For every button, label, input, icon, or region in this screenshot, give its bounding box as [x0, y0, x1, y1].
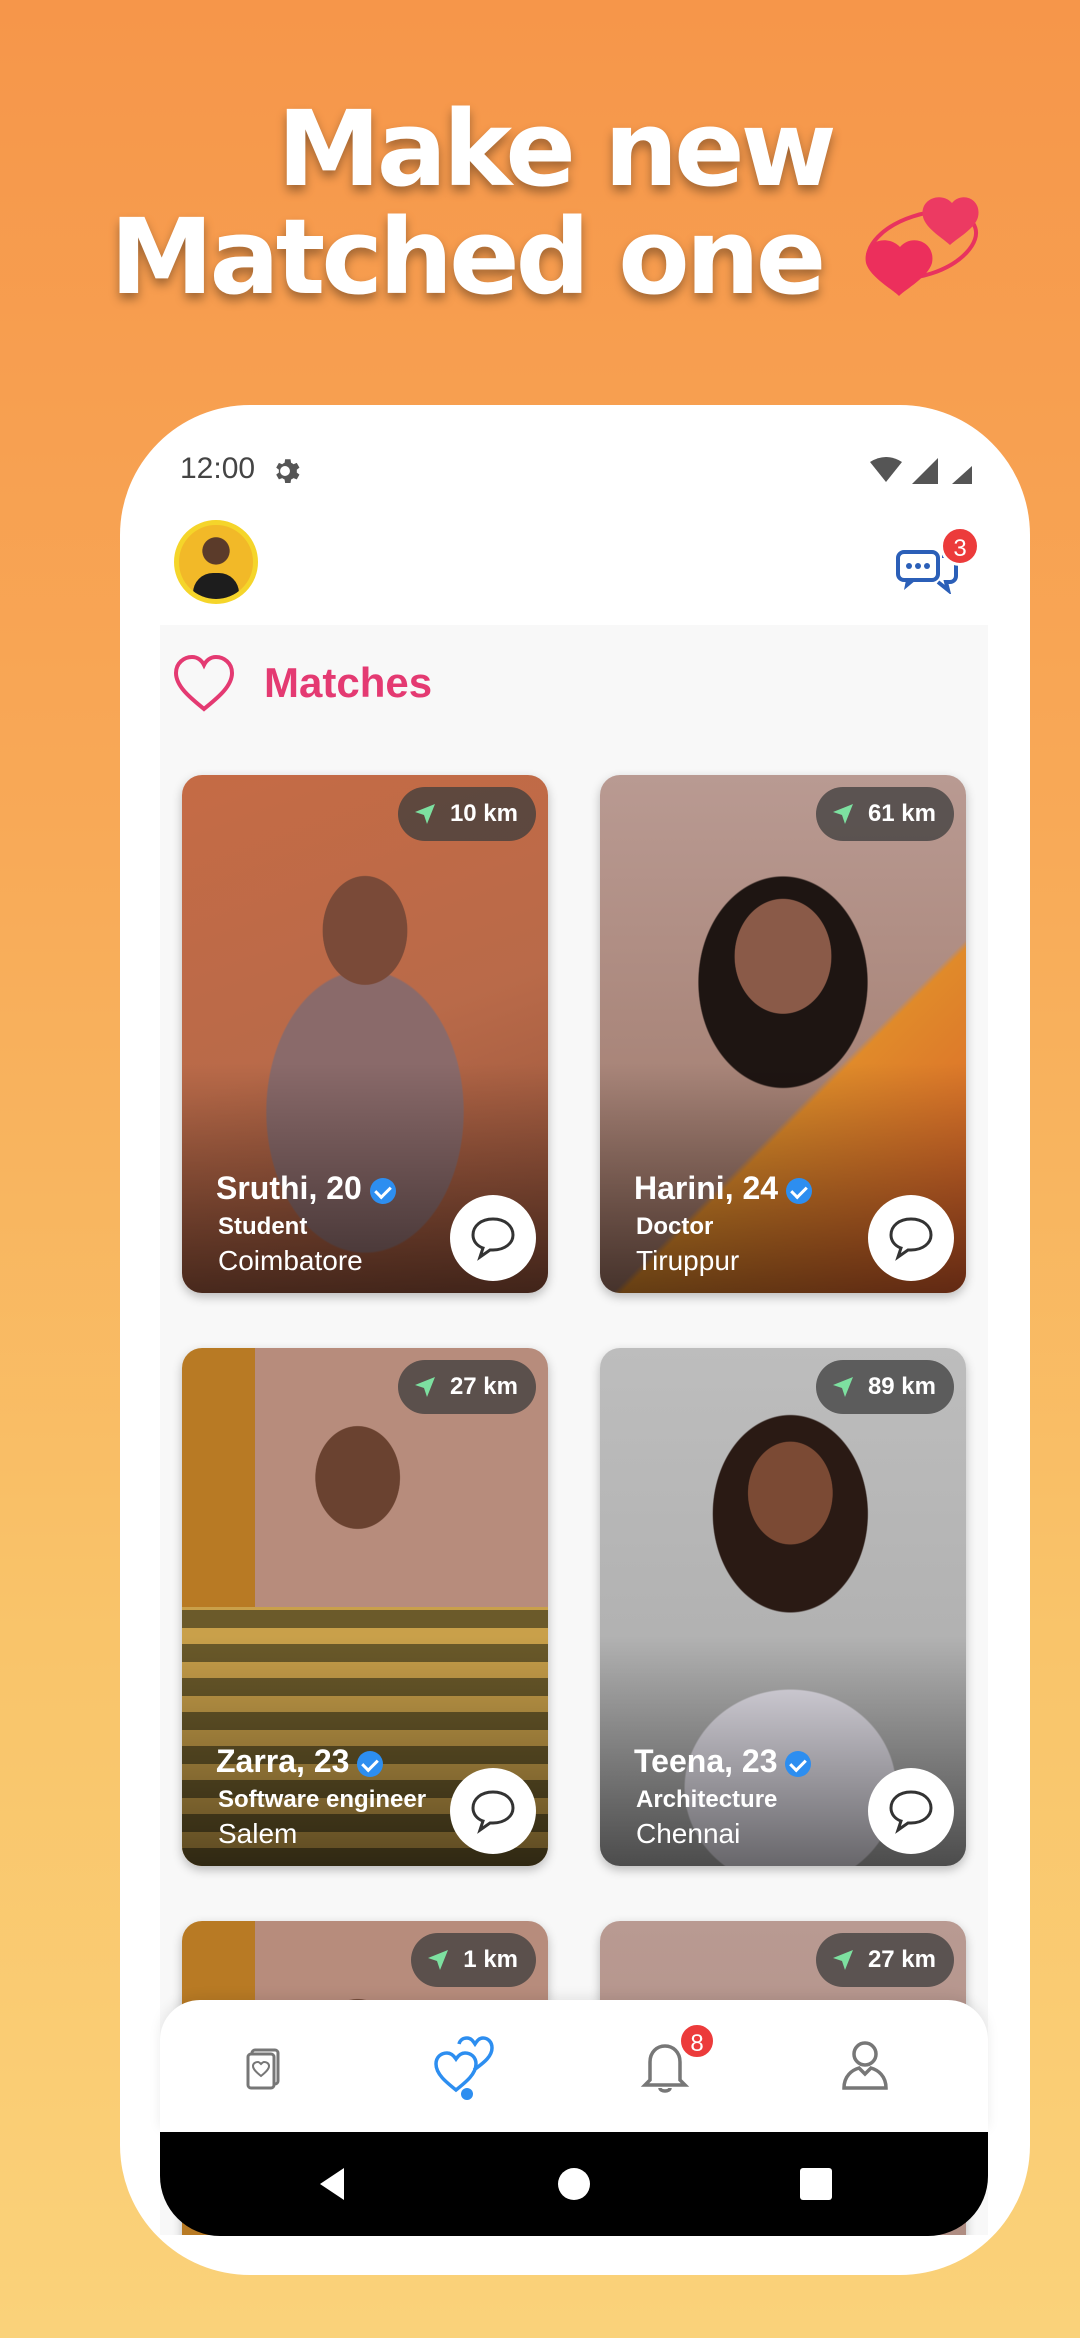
location-arrow-icon — [832, 1950, 853, 1970]
app-header: 3 — [160, 510, 988, 625]
card-occupation: Student — [218, 1213, 308, 1240]
system-nav-bar — [160, 2132, 988, 2236]
distance-badge: 10 km — [397, 787, 536, 841]
card-city: Coimbatore — [218, 1245, 363, 1276]
speech-bubble-icon — [471, 1790, 515, 1834]
match-card[interactable]: 10 km Sruthi, 20 Student Coimbatore — [182, 775, 548, 1293]
promo-headline: Make new Matched one — [0, 95, 1000, 311]
distance-badge: 27 km — [815, 1933, 954, 1987]
card-city: Tiruppur — [636, 1245, 740, 1276]
match-card[interactable]: 61 km Harini, 24 Doctor Tiruppur — [600, 775, 966, 1293]
system-status-icons — [870, 457, 972, 484]
nav-cards[interactable] — [230, 2030, 300, 2100]
speech-bubble-icon — [471, 1217, 515, 1261]
card-name: Zarra, 23 — [216, 1743, 384, 1780]
verified-badge-icon — [357, 1750, 384, 1777]
promo-line-1: Make new — [277, 88, 836, 210]
back-icon[interactable] — [310, 2162, 354, 2206]
location-arrow-icon — [414, 804, 435, 824]
message-button[interactable] — [450, 1768, 536, 1854]
message-button[interactable] — [450, 1195, 536, 1281]
recents-icon[interactable] — [794, 2162, 838, 2206]
verified-badge-icon — [785, 1750, 812, 1777]
gear-icon — [276, 459, 300, 484]
status-bar: 12:00 — [160, 440, 988, 510]
matches-screen: Matches 10 km Sruthi, 20 Student Coimbat… — [160, 625, 988, 2235]
location-arrow-icon — [832, 1377, 853, 1397]
speech-bubble-icon — [889, 1217, 933, 1261]
distance-badge: 27 km — [397, 1360, 536, 1414]
home-icon[interactable] — [552, 2162, 596, 2206]
distance-badge: 1 km — [411, 1933, 536, 1987]
card-name: Harini, 24 — [634, 1170, 813, 1207]
card-name: Sruthi, 20 — [216, 1170, 396, 1207]
hearts-icon — [865, 197, 979, 296]
notification-badge: 8 — [678, 2022, 716, 2060]
distance-badge: 61 km — [815, 787, 954, 841]
card-name: Teena, 23 — [634, 1743, 812, 1780]
message-button[interactable] — [868, 1195, 954, 1281]
speech-bubble-icon — [889, 1790, 933, 1834]
bottom-nav: 8 — [160, 2000, 988, 2132]
verified-badge-icon — [369, 1177, 396, 1204]
matches-title: Matches — [264, 659, 433, 706]
active-tab-indicator — [461, 2088, 473, 2100]
nav-profile[interactable] — [830, 2030, 900, 2100]
distance-badge: 89 km — [815, 1360, 954, 1414]
card-occupation: Architecture — [636, 1786, 778, 1813]
user-icon — [842, 2041, 888, 2090]
profile-avatar[interactable] — [174, 520, 258, 604]
location-arrow-icon — [414, 1377, 435, 1397]
card-city: Chennai — [636, 1818, 741, 1849]
match-card[interactable]: 89 km Teena, 23 Architecture Chennai — [600, 1348, 966, 1866]
card-occupation: Doctor — [636, 1213, 714, 1240]
verified-badge-icon — [786, 1177, 813, 1204]
chat-badge: 3 — [940, 526, 980, 566]
message-button[interactable] — [868, 1768, 954, 1854]
card-occupation: Software engineer — [218, 1786, 427, 1813]
location-arrow-icon — [832, 804, 853, 824]
match-card[interactable]: 27 km Zarra, 23 Software engineer Salem — [182, 1348, 548, 1866]
status-time: 12:00 — [180, 452, 256, 485]
location-arrow-icon — [428, 1950, 449, 1970]
heart-outline-icon — [173, 654, 235, 712]
card-city: Salem — [218, 1818, 298, 1849]
heart-card-icon — [246, 2048, 280, 2090]
